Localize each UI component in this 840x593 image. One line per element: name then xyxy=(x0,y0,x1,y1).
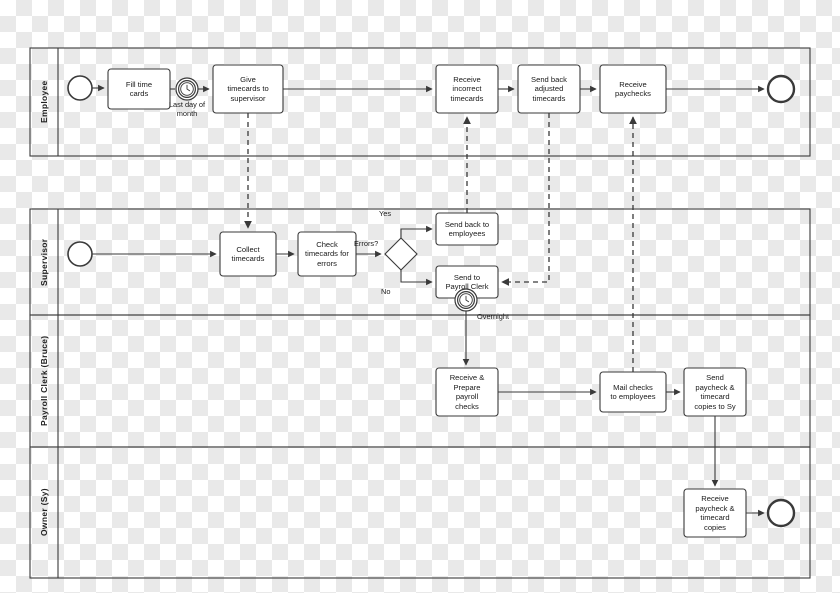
flow-label-yes: Yes xyxy=(379,209,392,218)
task-mail-checks-to-employees xyxy=(599,371,667,413)
flow-gateway-no xyxy=(400,270,433,286)
task-send-back-to-employees xyxy=(435,212,499,246)
timer-boundary-event-overnight xyxy=(454,288,478,312)
gateway-errors xyxy=(384,237,418,271)
gateway-label-errors: Errors? xyxy=(354,239,379,248)
timer-event-last-day-of-month xyxy=(175,77,199,101)
task-send-back-adjusted-timecards xyxy=(517,64,581,114)
lane-label-supervisor: Supervisor xyxy=(39,238,49,286)
end-event-owner xyxy=(766,498,796,528)
task-collect-timecards xyxy=(219,231,277,277)
task-receive-prepare-payroll-checks xyxy=(435,367,499,417)
lane-label-owner: Owner (Sy) xyxy=(39,488,49,537)
diagram-canvas: Employee Supervisor Payroll Clerk (Bruce… xyxy=(0,0,840,593)
task-give-timecards-to-supervisor xyxy=(212,64,284,114)
start-event-supervisor xyxy=(67,241,93,267)
task-receive-paychecks xyxy=(599,64,667,114)
swimlane-diagram-svg xyxy=(29,47,811,579)
end-event-employee xyxy=(766,74,796,104)
lane-supervisor xyxy=(29,208,811,316)
task-receive-paycheck-timecard-copies xyxy=(683,488,747,538)
task-check-timecards-for-errors xyxy=(297,231,357,277)
task-send-paycheck-timecard-copies xyxy=(683,367,747,417)
lane-label-employee: Employee xyxy=(39,80,49,124)
flow-label-no: No xyxy=(381,287,391,296)
timer-label-overnight: Overnight xyxy=(477,312,510,321)
flow-gateway-yes xyxy=(400,225,433,238)
task-receive-incorrect-timecards xyxy=(435,64,499,114)
timer-label-last-day-of-month: Last day of month xyxy=(168,100,206,118)
lane-label-payroll-clerk: Payroll Clerk (Bruce) xyxy=(39,335,49,427)
start-event-employee xyxy=(67,75,93,101)
